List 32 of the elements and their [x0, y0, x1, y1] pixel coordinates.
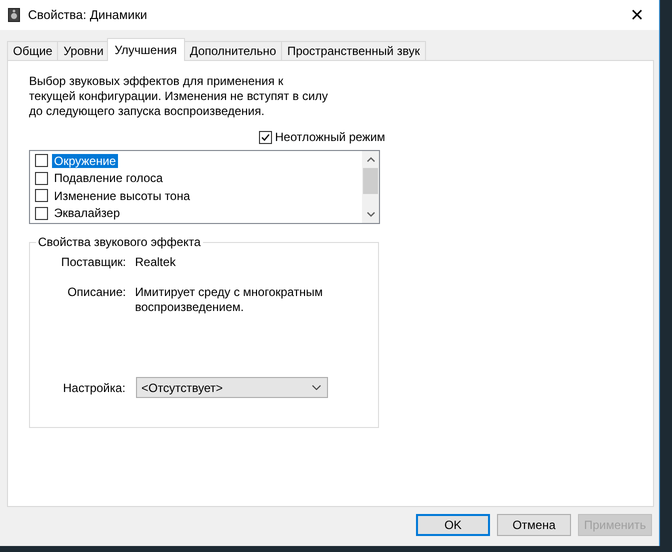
field-label: Описание:	[66, 285, 126, 301]
scroll-up-icon[interactable]	[366, 157, 374, 162]
effect-item[interactable]: Эквалайзер	[52, 206, 122, 220]
field-label: Поставщик:	[60, 255, 126, 270]
checkbox[interactable]	[259, 130, 272, 144]
scrollbar-thumb[interactable]	[363, 168, 378, 194]
tab[interactable]: Общие	[7, 41, 58, 60]
checkbox[interactable]	[35, 172, 48, 185]
field-value: Realtek	[135, 255, 177, 270]
field-label: Настройка:	[63, 380, 126, 394]
field-value: Имитирует среду с многократным воспроизведением.	[135, 285, 324, 315]
speaker-properties-icon	[8, 8, 20, 22]
effect-item[interactable]: Подавление голоса	[52, 171, 165, 186]
scroll-down-icon[interactable]	[366, 212, 374, 217]
group-title: Свойства звукового эффекта	[36, 235, 203, 249]
close-button[interactable]: ×	[615, 0, 659, 30]
tab[interactable]: Пространственный звук	[281, 41, 426, 60]
checkbox[interactable]	[35, 206, 48, 220]
tab[interactable]: Дополнительно	[184, 41, 282, 60]
checkbox[interactable]	[35, 189, 48, 202]
tab[interactable]: Уровни	[57, 41, 110, 60]
checkbox[interactable]	[35, 154, 48, 168]
tab[interactable]: Улучшения	[106, 38, 185, 61]
setting-dropdown[interactable]: <Отсутствует>	[136, 377, 328, 398]
checkbox-label[interactable]: Неотложный режим	[275, 130, 386, 144]
window-title: Свойства: Динамики	[28, 8, 148, 22]
dialog-button[interactable]: OK	[416, 514, 490, 536]
dialog-button[interactable]: Отмена	[497, 514, 571, 536]
effect-item[interactable]: Изменение высоты тона	[52, 188, 192, 203]
instruction-text: Выбор звуковых эффектов для применения к текущей конфигурации. Изменения не вступят в силу до следующего запуска воспроизведения.	[29, 74, 329, 119]
effect-item[interactable]: Окружение	[52, 154, 118, 168]
chevron-down-icon	[312, 385, 322, 390]
